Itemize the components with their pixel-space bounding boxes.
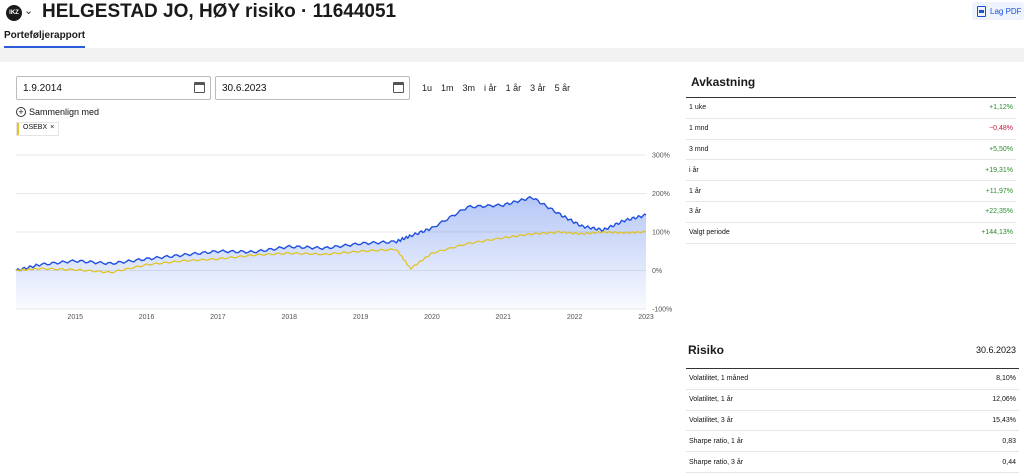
row-label: Volatilitet, 1 måned: [689, 375, 749, 383]
range-buttons: 1u 1m 3m i år 1 år 3 år 5 år: [422, 83, 570, 93]
chevron-down-icon[interactable]: ⌄: [24, 4, 33, 17]
to-date-value: 30.6.2023: [222, 83, 267, 94]
row-label: i år: [689, 166, 699, 174]
table-row: 1 mnd −0,48%: [686, 119, 1016, 140]
row-value: +1,12%: [989, 104, 1013, 112]
row-label: 3 år: [689, 208, 702, 216]
y-tick-label: -100%: [652, 307, 672, 314]
table-row: Valgt periode +144,13%: [686, 223, 1016, 244]
x-tick-label: 2023: [638, 314, 654, 321]
row-value: −0,48%: [989, 125, 1013, 133]
row-label: Volatilitet, 1 år: [689, 396, 733, 404]
create-pdf-label: Lag PDF: [990, 6, 1022, 16]
y-tick-label: 200%: [652, 191, 670, 198]
row-value: 12,06%: [992, 396, 1016, 404]
account-logo[interactable]: IKZ: [6, 5, 22, 21]
app-header: IKZ ⌄ HELGESTAD JO, HØY risiko · 1164405…: [0, 0, 1024, 50]
divider-band: [0, 48, 1024, 62]
row-value: 8,10%: [996, 375, 1016, 383]
range-5y-button[interactable]: 5 år: [555, 83, 571, 93]
table-row: Sharpe ratio, 3 år 0,44: [686, 452, 1019, 473]
table-row: 1 år +11,97%: [686, 181, 1016, 202]
y-tick-label: 0%: [652, 268, 662, 275]
plus-circle-icon: +: [16, 107, 26, 117]
from-date-value: 1.9.2014: [23, 83, 62, 94]
row-label: 1 år: [689, 187, 702, 195]
row-value: 0,83: [1002, 437, 1016, 445]
x-tick-label: 2015: [67, 314, 83, 321]
table-row: Volatilitet, 1 måned 8,10%: [686, 369, 1019, 390]
calendar-icon[interactable]: [194, 82, 205, 93]
benchmark-chip-label: OSEBX: [23, 124, 48, 131]
x-tick-label: 2019: [353, 314, 369, 321]
calendar-icon[interactable]: [393, 82, 404, 93]
row-label: 3 mnd: [689, 145, 709, 153]
table-row: i år +19,31%: [686, 160, 1016, 182]
row-label: 1 uke: [689, 104, 707, 112]
x-tick-label: 2020: [424, 314, 440, 321]
range-1y-button[interactable]: 1 år: [506, 83, 522, 93]
y-tick-label: 300%: [652, 153, 670, 160]
row-value: +22,35%: [985, 208, 1013, 216]
row-value: +144,13%: [981, 229, 1013, 237]
y-tick-label: 100%: [652, 230, 670, 237]
create-pdf-button[interactable]: Lag PDF: [972, 2, 1024, 20]
row-label: Volatilitet, 3 år: [689, 416, 733, 424]
row-value: +19,31%: [985, 166, 1013, 174]
x-tick-label: 2017: [210, 314, 226, 321]
table-row: 1 uke +1,12%: [686, 98, 1016, 119]
table-row: 3 mnd +5,50%: [686, 140, 1016, 161]
row-label: Sharpe ratio, 1 år: [689, 437, 744, 445]
page-title: HELGESTAD JO, HØY risiko · 11644051: [42, 1, 397, 22]
row-value: 15,43%: [992, 416, 1016, 424]
range-ytd-button[interactable]: i år: [484, 83, 497, 93]
performance-chart: 300% 200% 100% 0% -100% 2015 2016 2017 2018 2019…: [15, 153, 672, 321]
from-date-field[interactable]: 1.9.2014: [16, 76, 211, 100]
to-date-field[interactable]: 30.6.2023: [215, 76, 410, 100]
row-value: +11,97%: [985, 187, 1013, 195]
returns-table: 1 uke +1,12% 1 mnd −0,48% 3 mnd +5,50% i år…: [686, 97, 1016, 244]
table-row: 3 år +22,35%: [686, 202, 1016, 223]
x-tick-label: 2022: [567, 314, 583, 321]
compare-label: Sammenlign med: [29, 107, 100, 117]
table-row: Sharpe ratio, 1 år 0,83: [686, 431, 1019, 453]
table-row: Volatilitet, 3 år 15,43%: [686, 411, 1019, 432]
risk-date: 30.6.2023: [976, 345, 1017, 355]
risk-table: Volatilitet, 1 måned 8,10% Volatilitet, 1…: [686, 368, 1019, 473]
row-label: 1 mnd: [689, 125, 709, 133]
range-3y-button[interactable]: 3 år: [530, 83, 546, 93]
risk-title: Risiko: [688, 343, 725, 357]
returns-title: Avkastning: [691, 75, 756, 89]
x-tick-label: 2016: [139, 314, 155, 321]
pdf-icon: [977, 5, 986, 17]
portfolio-area: [16, 196, 646, 309]
range-3m-button[interactable]: 3m: [463, 83, 476, 93]
row-value: 0,44: [1002, 458, 1016, 466]
compare-button[interactable]: + Sammenlign med: [16, 107, 99, 117]
tab-portfolio-report[interactable]: Porteføljerapport: [4, 30, 86, 48]
table-row: Volatilitet, 1 år 12,06%: [686, 390, 1019, 411]
close-icon[interactable]: ×: [50, 124, 54, 134]
row-value: +5,50%: [989, 145, 1013, 153]
main-content: 1.9.2014 30.6.2023 1u 1m 3m i år 1 år 3 …: [0, 62, 1024, 473]
range-1m-button[interactable]: 1m: [441, 83, 454, 93]
row-label: Sharpe ratio, 3 år: [689, 458, 744, 466]
x-tick-label: 2021: [496, 314, 512, 321]
range-1u-button[interactable]: 1u: [422, 83, 432, 93]
x-tick-label: 2018: [281, 314, 297, 321]
benchmark-chip[interactable]: OSEBX ×: [17, 123, 59, 135]
row-label: Valgt periode: [689, 229, 730, 237]
